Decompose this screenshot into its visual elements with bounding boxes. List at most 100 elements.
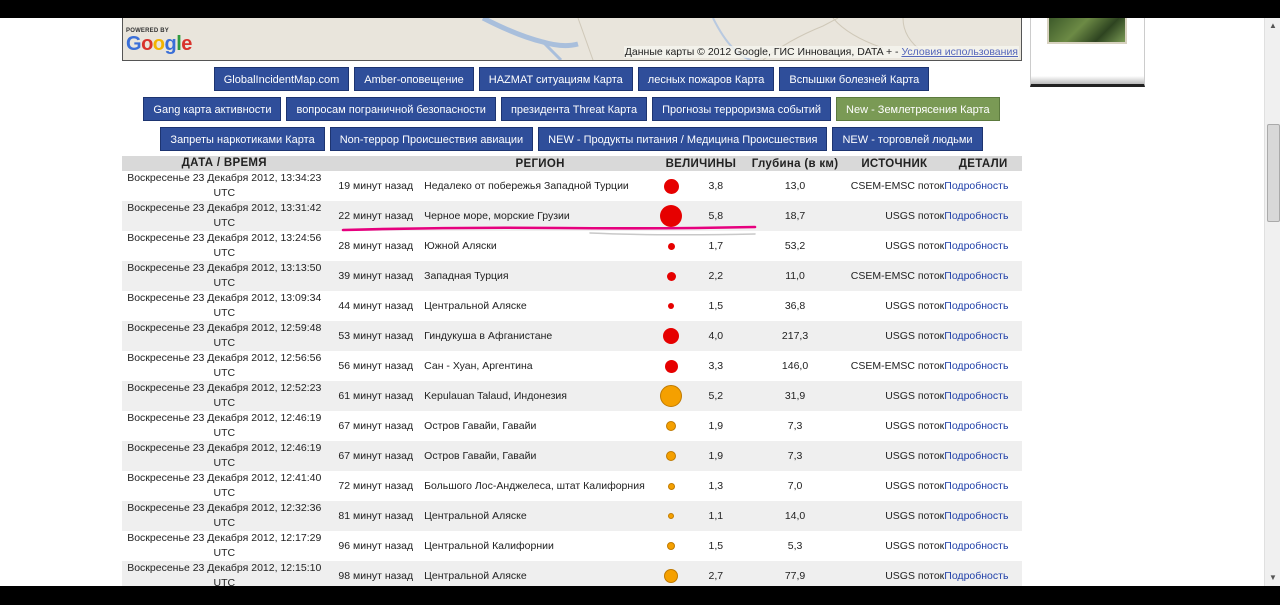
row-timezone: UTC <box>213 397 236 409</box>
table-row: Воскресенье 23 Декабря 2012, 12:46:19 UTC… <box>122 411 1022 441</box>
cell-datetime: Воскресенье 23 Декабря 2012, 12:59:48 UTC <box>122 321 327 351</box>
nav-button[interactable]: NEW - Продукты питания / Медицина Происш… <box>538 127 828 151</box>
header-magnitude[interactable]: ВЕЛИЧИНЫ <box>656 156 746 171</box>
details-link[interactable]: Подробность <box>944 510 1008 522</box>
row-region: Центральной Аляске <box>418 561 657 586</box>
nav-button[interactable]: New - Землетрясения Карта <box>836 97 1000 121</box>
scroll-thumb[interactable] <box>1267 124 1280 222</box>
header-source[interactable]: ИСТОЧНИК <box>844 156 945 171</box>
nav-button[interactable]: Gang карта активности <box>143 97 282 121</box>
cell-magnitude-marker <box>656 321 687 351</box>
cell-datetime: Воскресенье 23 Декабря 2012, 12:32:36 UTC <box>122 501 327 531</box>
row-time-ago: 96 минут назад <box>326 531 419 561</box>
row-region: Остров Гавайи, Гавайи <box>418 441 657 471</box>
table-row: Воскресенье 23 Декабря 2012, 12:41:40 UTC… <box>122 471 1022 501</box>
nav-button[interactable]: Вспышки болезней Карта <box>779 67 930 91</box>
table-row: Воскресенье 23 Декабря 2012, 12:56:56 UTC… <box>122 351 1022 381</box>
google-logo-letter: e <box>181 33 192 55</box>
row-region: Kepulauan Talaud, Индонезия <box>418 381 657 411</box>
row-region: Сан - Хуан, Аргентина <box>418 351 657 381</box>
details-link[interactable]: Подробность <box>944 360 1008 372</box>
row-date: Воскресенье 23 Декабря 2012, 12:59:48 <box>127 322 322 334</box>
details-link[interactable]: Подробность <box>944 210 1008 222</box>
row-time-ago: 44 минут назад <box>326 291 419 321</box>
magnitude-dot-icon <box>668 303 675 310</box>
row-time-ago: 81 минут назад <box>326 501 419 531</box>
row-source: USGS поток <box>844 441 945 471</box>
terms-of-use-link[interactable]: Условия использования <box>901 46 1018 58</box>
row-source: USGS поток <box>844 381 945 411</box>
cell-magnitude-marker <box>656 561 687 586</box>
cell-details: Подробность <box>944 381 1022 411</box>
vertical-scrollbar[interactable]: ▲ ▼ <box>1264 18 1280 586</box>
row-time-ago: 72 минут назад <box>326 471 419 501</box>
row-depth: 11,0 <box>745 261 845 291</box>
nav-button[interactable]: президента Threat Карта <box>500 97 648 121</box>
row-magnitude: 3,8 <box>686 171 746 201</box>
header-datetime[interactable]: ДАТА / ВРЕМЯ <box>122 156 327 171</box>
scroll-down-icon[interactable]: ▼ <box>1265 570 1280 586</box>
header-region[interactable]: РЕГИОН <box>418 156 657 171</box>
banner-image[interactable] <box>1047 18 1127 44</box>
nav-button[interactable]: Non-террор Происшествия авиации <box>329 127 534 151</box>
header-spacer <box>326 156 419 171</box>
details-link[interactable]: Подробность <box>944 450 1008 462</box>
nav-button[interactable]: Прогнозы терроризма событий <box>652 97 832 121</box>
magnitude-dot-icon <box>660 385 683 407</box>
row-depth: 31,9 <box>745 381 845 411</box>
row-depth: 77,9 <box>745 561 845 586</box>
magnitude-dot-icon <box>666 421 677 432</box>
details-link[interactable]: Подробность <box>944 300 1008 312</box>
row-magnitude: 1,3 <box>686 471 746 501</box>
row-depth: 7,3 <box>745 411 845 441</box>
nav-button[interactable]: Amber-оповещение <box>354 67 474 91</box>
magnitude-dot-icon <box>667 542 676 551</box>
magnitude-dot-icon <box>666 451 677 462</box>
row-time-ago: 39 минут назад <box>326 261 419 291</box>
nav-button[interactable]: лесных пожаров Карта <box>637 67 775 91</box>
cell-datetime: Воскресенье 23 Декабря 2012, 13:09:34 UTC <box>122 291 327 321</box>
row-date: Воскресенье 23 Декабря 2012, 13:31:42 <box>127 202 322 214</box>
row-date: Воскресенье 23 Декабря 2012, 12:17:29 <box>127 532 322 544</box>
cell-datetime: Воскресенье 23 Декабря 2012, 12:52:23 UTC <box>122 381 327 411</box>
row-date: Воскресенье 23 Декабря 2012, 12:52:23 <box>127 382 322 394</box>
details-link[interactable]: Подробность <box>944 270 1008 282</box>
earthquake-map[interactable]: POWERED BY Google Данные карты © 2012 Go… <box>122 18 1022 61</box>
header-depth[interactable]: Глубина (в км) <box>745 156 845 171</box>
row-source: USGS поток <box>844 501 945 531</box>
details-link[interactable]: Подробность <box>944 180 1008 192</box>
cell-magnitude-marker <box>656 351 687 381</box>
details-link[interactable]: Подробность <box>944 420 1008 432</box>
map-copyright: Данные карты © 2012 Google, ГИС Инноваци… <box>623 46 1019 58</box>
details-link[interactable]: Подробность <box>944 480 1008 492</box>
row-time-ago: 56 минут назад <box>326 351 419 381</box>
nav-button[interactable]: Запреты наркотиками Карта <box>160 127 325 151</box>
cell-details: Подробность <box>944 411 1022 441</box>
cell-magnitude-marker <box>656 531 687 561</box>
details-link[interactable]: Подробность <box>944 540 1008 552</box>
row-date: Воскресенье 23 Декабря 2012, 13:34:23 <box>127 172 322 184</box>
details-link[interactable]: Подробность <box>944 330 1008 342</box>
row-depth: 7,0 <box>745 471 845 501</box>
row-magnitude: 5,2 <box>686 381 746 411</box>
row-time-ago: 67 минут назад <box>326 441 419 471</box>
map-copyright-text: Данные карты © 2012 Google, ГИС Инноваци… <box>624 46 899 58</box>
cell-datetime: Воскресенье 23 Декабря 2012, 12:41:40 UTC <box>122 471 327 501</box>
nav-button[interactable]: NEW - торговлей людьми <box>832 127 983 151</box>
cell-magnitude-marker <box>656 441 687 471</box>
details-link[interactable]: Подробность <box>944 390 1008 402</box>
nav-button[interactable]: вопросам пограничной безопасности <box>286 97 496 121</box>
row-timezone: UTC <box>213 427 236 439</box>
row-date: Воскресенье 23 Декабря 2012, 12:46:19 <box>127 412 322 424</box>
nav-button[interactable]: HAZMAT ситуациям Карта <box>478 67 633 91</box>
cell-datetime: Воскресенье 23 Декабря 2012, 13:24:56 UTC <box>122 231 327 261</box>
scroll-up-icon[interactable]: ▲ <box>1265 18 1280 34</box>
row-timezone: UTC <box>213 277 236 289</box>
row-magnitude: 4,0 <box>686 321 746 351</box>
details-link[interactable]: Подробность <box>944 570 1008 582</box>
row-date: Воскресенье 23 Декабря 2012, 13:09:34 <box>127 292 322 304</box>
table-row: Воскресенье 23 Декабря 2012, 12:17:29 UTC… <box>122 531 1022 561</box>
table-row: Воскресенье 23 Декабря 2012, 12:15:10 UTC… <box>122 561 1022 586</box>
details-link[interactable]: Подробность <box>944 240 1008 252</box>
nav-button[interactable]: GlobalIncidentMap.com <box>213 67 350 91</box>
